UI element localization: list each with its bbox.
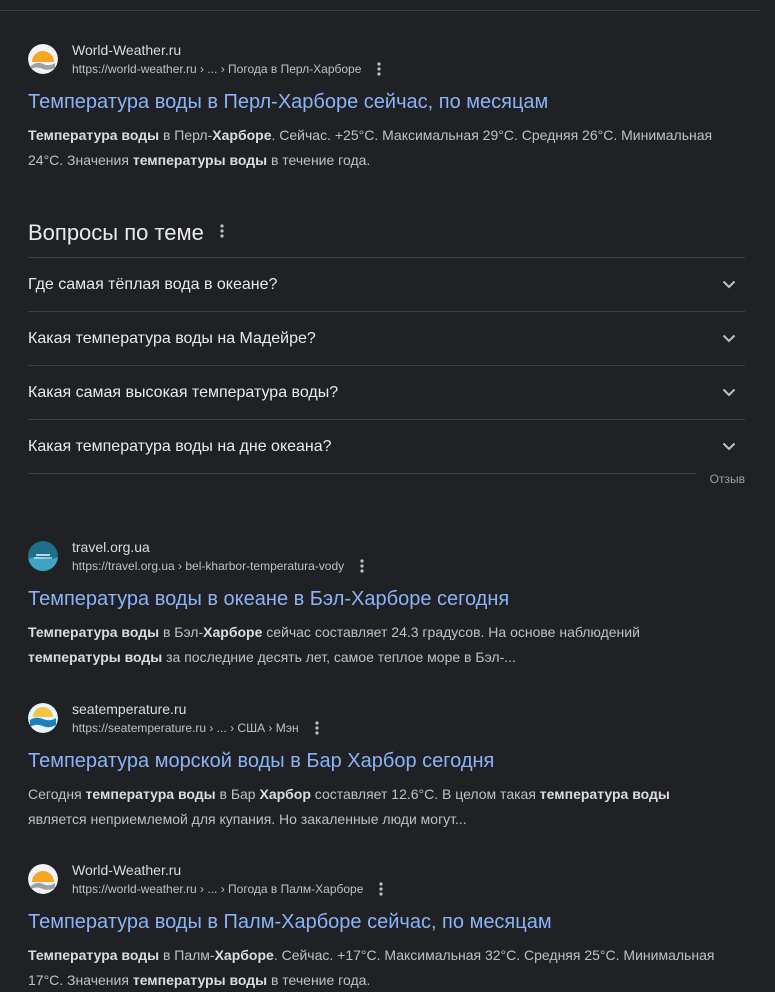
snippet-bold-text: температуры воды: [132, 972, 268, 988]
snippet-bold-text: Харборе: [214, 947, 274, 963]
snippet-text: в течение года.: [267, 152, 371, 168]
result-url: https://world-weather.ru › ... › Погода …: [72, 62, 362, 76]
question-item[interactable]: Какая самая высокая температура воды?: [28, 366, 745, 420]
result-snippet: Температура воды в Бэл-Харборе сейчас со…: [28, 620, 718, 670]
result-source[interactable]: World-Weather.ru https://world-weather.r…: [28, 42, 748, 76]
site-name: travel.org.ua: [72, 539, 150, 555]
snippet-text: Сегодня: [28, 786, 86, 802]
snippet-bold-text: Харборе: [203, 624, 263, 640]
search-result: seatemperature.ru https://seatemperature…: [28, 701, 748, 832]
snippet-bold-text: Харборе: [212, 127, 272, 143]
site-name: World-Weather.ru: [72, 862, 182, 878]
result-title-link[interactable]: Температура воды в океане в Бэл-Харборе …: [28, 586, 748, 612]
snippet-bold-text: Харбор: [259, 786, 311, 802]
top-divider: [0, 10, 760, 11]
question-item[interactable]: Где самая тёплая вода в океане?: [28, 258, 745, 312]
seatemperature-favicon-icon: [28, 703, 58, 733]
site-name: seatemperature.ru: [72, 701, 187, 717]
snippet-text: составляет 12.6°C. В целом такая: [310, 786, 540, 802]
result-url: https://travel.org.ua › bel-kharbor-temp…: [72, 559, 345, 573]
snippet-text: в Бэл-: [159, 624, 204, 640]
site-name: World-Weather.ru: [72, 42, 182, 58]
result-source[interactable]: World-Weather.ru https://world-weather.r…: [28, 862, 748, 896]
snippet-bold-text: температура воды: [539, 786, 670, 802]
chevron-down-icon: [717, 327, 741, 351]
more-vert-icon[interactable]: [354, 558, 370, 574]
snippet-bold-text: температуры воды: [132, 152, 268, 168]
result-url: https://world-weather.ru › ... › Погода …: [72, 882, 364, 896]
result-title-link[interactable]: Температура морской воды в Бар Харбор се…: [28, 748, 748, 774]
travel-favicon-icon: [28, 541, 58, 571]
related-questions-title: Вопросы по теме: [28, 220, 204, 245]
result-source[interactable]: seatemperature.ru https://seatemperature…: [28, 701, 748, 735]
more-vert-icon[interactable]: [220, 223, 224, 243]
feedback-link[interactable]: Отзыв: [695, 472, 745, 486]
related-questions: Вопросы по теме Где самая тёплая вода в …: [28, 218, 745, 486]
result-title-link[interactable]: Температура воды в Перл-Харборе сейчас, …: [28, 89, 748, 115]
more-vert-icon[interactable]: [373, 881, 389, 897]
more-vert-icon[interactable]: [309, 720, 325, 736]
question-text: Где самая тёплая вода в океане?: [28, 275, 278, 293]
result-snippet: Температура воды в Перл-Харборе. Сейчас.…: [28, 123, 718, 173]
snippet-bold-text: температура воды: [85, 786, 216, 802]
search-result: travel.org.ua https://travel.org.ua › be…: [28, 539, 748, 670]
snippet-text: в Бар: [215, 786, 260, 802]
snippet-text: в Перл-: [159, 127, 213, 143]
world-weather-favicon-icon: [28, 864, 58, 894]
snippet-text: в течение года.: [267, 972, 371, 988]
chevron-down-icon: [717, 381, 741, 405]
chevron-down-icon: [717, 273, 741, 297]
result-url: https://seatemperature.ru › ... › США › …: [72, 721, 299, 735]
search-result: World-Weather.ru https://world-weather.r…: [28, 862, 748, 992]
result-source[interactable]: travel.org.ua https://travel.org.ua › be…: [28, 539, 748, 573]
question-text: Какая температура воды на Мадейре?: [28, 329, 316, 347]
result-snippet: Температура воды в Палм-Харборе. Сейчас.…: [28, 943, 718, 992]
question-text: Какая температура воды на дне океана?: [28, 437, 332, 455]
question-item[interactable]: Какая температура воды на дне океана?: [28, 420, 745, 474]
snippet-text: в Палм-: [159, 947, 215, 963]
result-snippet: Сегодня температура воды в Бар Харбор со…: [28, 782, 718, 832]
chevron-down-icon: [717, 435, 741, 459]
snippet-bold-text: температуры воды: [28, 649, 163, 665]
snippet-bold-text: Температура воды: [28, 947, 160, 963]
snippet-text: сейчас составляет 24.3 градусов. На осно…: [262, 624, 640, 640]
snippet-text: является неприемлемой для купания. Но за…: [28, 811, 467, 827]
snippet-bold-text: Температура воды: [28, 624, 160, 640]
world-weather-favicon-icon: [28, 44, 58, 74]
snippet-bold-text: Температура воды: [28, 127, 160, 143]
question-text: Какая самая высокая температура воды?: [28, 383, 339, 401]
result-title-link[interactable]: Температура воды в Палм-Харборе сейчас, …: [28, 909, 748, 935]
more-vert-icon[interactable]: [371, 61, 387, 77]
snippet-text: за последние десять лет, самое теплое мо…: [162, 649, 516, 665]
search-result: World-Weather.ru https://world-weather.r…: [28, 42, 748, 173]
question-item[interactable]: Какая температура воды на Мадейре?: [28, 312, 745, 366]
